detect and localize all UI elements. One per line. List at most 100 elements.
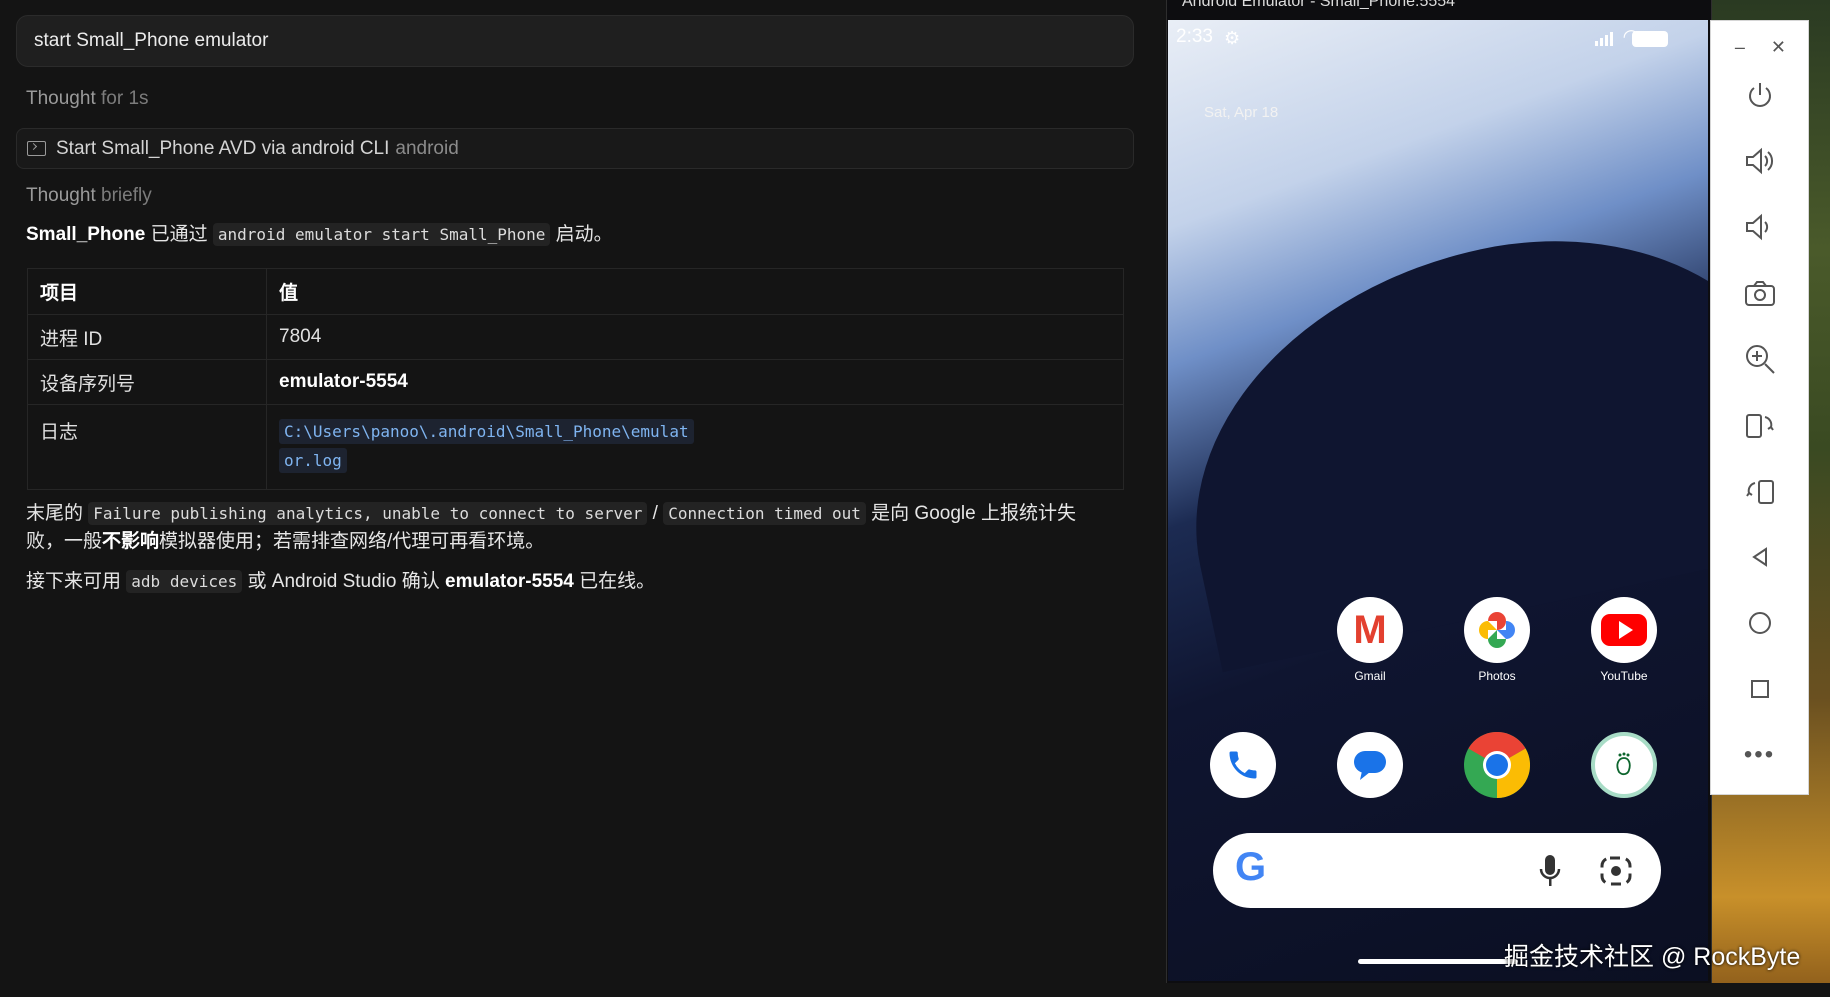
- note-separator: /: [647, 503, 664, 524]
- table-header-row: 项目 值: [27, 268, 1124, 315]
- volume-up-icon: [1745, 147, 1773, 175]
- more-icon: •••: [1743, 741, 1776, 768]
- note-paragraph: 末尾的 Failure publishing analytics, unable…: [26, 500, 1086, 556]
- google-search-bar[interactable]: G: [1213, 833, 1661, 908]
- tool-call-title: Start Small_Phone AVD via android CLI: [56, 137, 390, 159]
- next-text-3: 已在线。: [573, 571, 656, 592]
- next-text-1: 接下来可用: [26, 571, 127, 592]
- close-icon[interactable]: ✕: [1771, 37, 1786, 58]
- home-icon: [1748, 612, 1771, 634]
- log-path-line-2[interactable]: or.log: [279, 448, 347, 473]
- app-gmail[interactable]: M Gmail: [1315, 597, 1425, 683]
- log-path-line-1[interactable]: C:\Users\panoo\.android\Small_Phone\emul…: [279, 419, 694, 444]
- google-logo: G: [1235, 845, 1267, 889]
- rotate-left-button[interactable]: [1711, 405, 1808, 445]
- zoom-in-icon: [1745, 345, 1775, 374]
- more-button[interactable]: •••: [1711, 735, 1808, 775]
- fitness-icon: [1591, 732, 1657, 798]
- zoom-button[interactable]: [1711, 339, 1808, 379]
- table-cell-value: emulator-5554: [266, 359, 1124, 405]
- phone-icon: [1210, 732, 1276, 798]
- table-cell-key: 日志: [27, 404, 267, 490]
- settings-icon: ⚙: [1224, 28, 1241, 48]
- next-steps-paragraph: 接下来可用 adb devices 或 Android Studio 确认 em…: [26, 568, 1106, 596]
- dock-messages[interactable]: [1315, 732, 1425, 798]
- device-name: Small_Phone: [26, 224, 146, 245]
- battery-icon: [1632, 31, 1668, 47]
- dock-phone[interactable]: [1188, 732, 1298, 798]
- app-label: YouTube: [1600, 669, 1648, 683]
- summary-text-2: 启动。: [550, 224, 613, 245]
- phone-screen[interactable]: 2:33 ⚙ ◠ Sat, Apr 18 M Gmail Photos YouT…: [1168, 20, 1708, 981]
- next-bold: emulator-5554: [445, 571, 574, 592]
- note-text-4: 模拟器使用；若需排查网络/代理可再看环境。: [159, 531, 545, 552]
- thought-duration: for 1s: [101, 88, 149, 109]
- volume-down-icon: [1745, 213, 1768, 241]
- signal-icon: [1595, 32, 1613, 46]
- home-button[interactable]: [1711, 603, 1808, 643]
- thought-label: Thought: [26, 88, 96, 109]
- thought-indicator[interactable]: Thought for 1s: [26, 88, 149, 110]
- app-photos[interactable]: Photos: [1442, 597, 1552, 683]
- next-text-2: 或 Android Studio 确认: [242, 571, 446, 592]
- adb-command: adb devices: [126, 570, 243, 593]
- volume-up-button[interactable]: [1711, 141, 1808, 181]
- emulator-window-title: Android Emulator - Small_Phone:5554: [1182, 0, 1456, 10]
- overview-icon: [1750, 680, 1769, 698]
- window-controls: – ✕: [1735, 37, 1786, 58]
- table-cell-value: C:\Users\panoo\.android\Small_Phone\emul…: [266, 404, 1124, 490]
- thought-indicator-2[interactable]: Thought briefly: [26, 185, 152, 207]
- table-cell-key: 进程 ID: [27, 314, 267, 360]
- messages-icon: [1337, 732, 1403, 798]
- dock-chrome[interactable]: [1442, 732, 1552, 798]
- power-icon: [1748, 83, 1771, 107]
- app-label: Photos: [1478, 669, 1516, 683]
- summary-text-1: 已通过: [145, 224, 213, 245]
- rotate-right-button[interactable]: [1711, 471, 1808, 511]
- error-code-2: Connection timed out: [663, 502, 866, 525]
- rotate-left-icon: [1745, 414, 1774, 438]
- table-cell-value: 7804: [266, 314, 1124, 360]
- camera-icon: [1744, 281, 1775, 306]
- bottom-strip: [0, 983, 1830, 997]
- back-button[interactable]: [1711, 537, 1808, 577]
- table-header-key: 项目: [27, 268, 267, 315]
- date-widget[interactable]: Sat, Apr 18: [1204, 104, 1278, 121]
- minimize-icon[interactable]: –: [1735, 37, 1745, 58]
- serial-value: emulator-5554: [279, 371, 408, 392]
- chrome-icon: [1464, 732, 1530, 798]
- thought-label-2: Thought: [26, 185, 96, 206]
- note-text-2: 是向 Google 上报统计失: [865, 503, 1076, 524]
- table-row: 进程 ID 7804: [27, 314, 1124, 360]
- note-text-1: 末尾的: [26, 503, 89, 524]
- tool-call-card[interactable]: Start Small_Phone AVD via android CLI an…: [16, 128, 1134, 169]
- microphone-icon[interactable]: [1539, 853, 1561, 894]
- summary-paragraph: Small_Phone 已通过 android emulator start S…: [26, 221, 1106, 249]
- power-button[interactable]: [1711, 75, 1808, 115]
- gmail-icon: M: [1337, 597, 1403, 663]
- overview-button[interactable]: [1711, 669, 1808, 709]
- start-command: android emulator start Small_Phone: [212, 223, 551, 246]
- volume-down-button[interactable]: [1711, 207, 1808, 247]
- watermark: 掘金技术社区 @ RockByte: [1504, 943, 1801, 971]
- lens-icon[interactable]: [1599, 855, 1633, 892]
- user-prompt[interactable]: start Small_Phone emulator: [16, 15, 1134, 67]
- note-text-3: 败，一般: [26, 531, 103, 552]
- thought-duration-2: briefly: [101, 185, 152, 206]
- screenshot-button[interactable]: [1711, 273, 1808, 313]
- dock-fitness[interactable]: [1569, 732, 1679, 798]
- table-header-value: 值: [266, 268, 1124, 315]
- status-time: 2:33: [1176, 26, 1213, 47]
- table-cell-key: 设备序列号: [27, 359, 267, 405]
- emulator-toolbar: – ✕ •••: [1710, 20, 1809, 795]
- app-label: Gmail: [1354, 669, 1386, 683]
- app-youtube[interactable]: YouTube: [1569, 597, 1679, 683]
- chat-panel: start Small_Phone emulator Thought for 1…: [0, 0, 1160, 997]
- back-icon: [1751, 547, 1767, 567]
- table-row: 设备序列号 emulator-5554: [27, 359, 1124, 405]
- gesture-nav-bar[interactable]: [1358, 959, 1518, 964]
- table-row: 日志 C:\Users\panoo\.android\Small_Phone\e…: [27, 404, 1124, 490]
- user-prompt-text: start Small_Phone emulator: [34, 30, 269, 51]
- youtube-icon: [1591, 597, 1657, 663]
- photos-icon: [1464, 597, 1530, 663]
